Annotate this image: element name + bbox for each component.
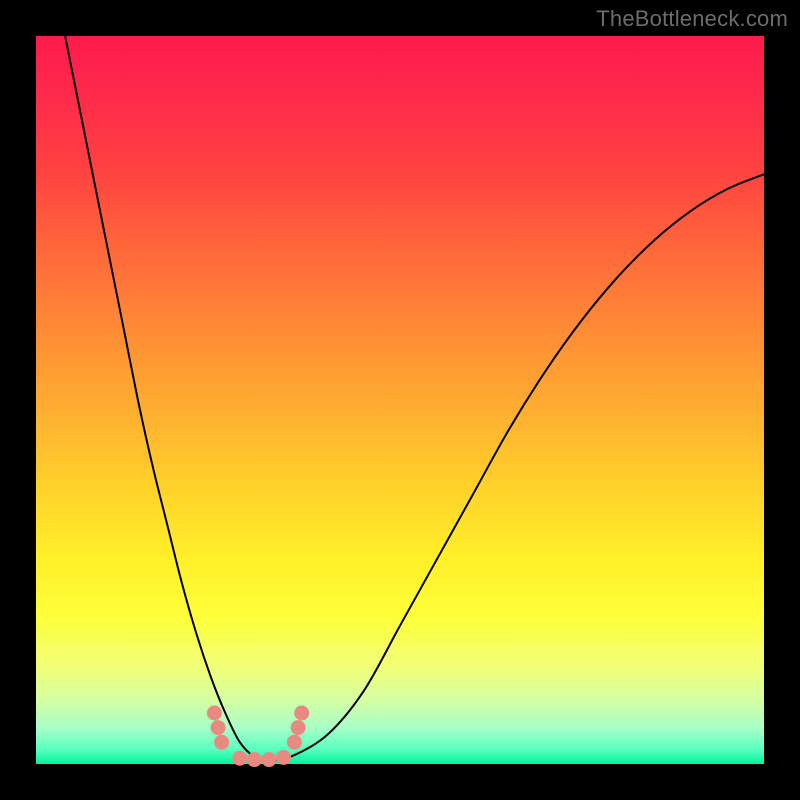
curve-marker xyxy=(295,706,309,720)
curve-markers xyxy=(207,706,308,767)
curve-marker xyxy=(207,706,221,720)
curve-marker xyxy=(215,735,229,749)
plot-area xyxy=(36,36,764,764)
curve-marker xyxy=(233,751,247,765)
highlight-band xyxy=(36,646,764,676)
curve-marker xyxy=(287,735,301,749)
watermark-text: TheBottleneck.com xyxy=(596,6,788,32)
chart-frame: TheBottleneck.com xyxy=(0,0,800,800)
bottleneck-curve-svg xyxy=(36,36,764,764)
curve-marker xyxy=(247,753,261,767)
curve-marker xyxy=(262,753,276,767)
curve-marker xyxy=(277,750,291,764)
curve-marker xyxy=(211,721,225,735)
curve-marker xyxy=(291,721,305,735)
